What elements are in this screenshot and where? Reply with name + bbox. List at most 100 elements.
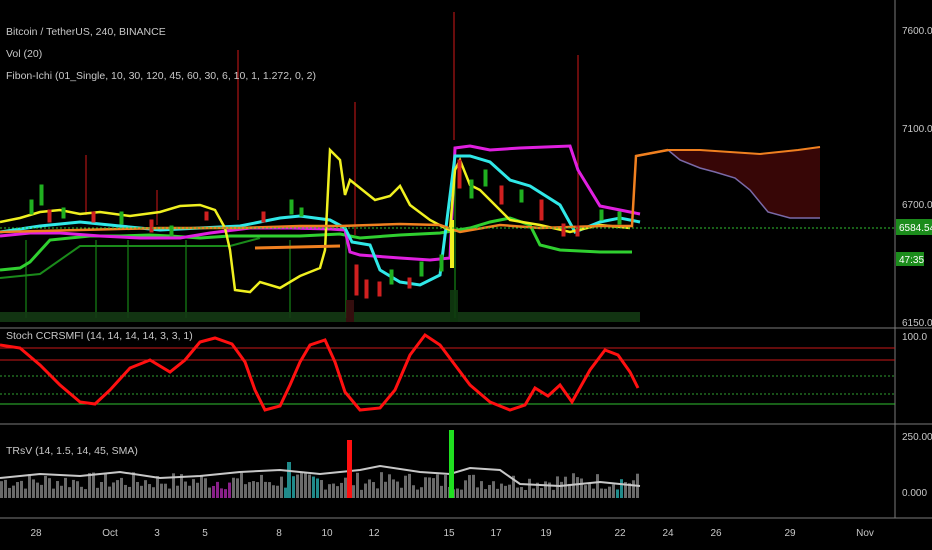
trsv-bar — [124, 484, 127, 498]
trsv-bar — [68, 487, 71, 498]
trsv-bar — [212, 485, 215, 498]
trsv-bar — [120, 477, 123, 498]
trsv-bar — [248, 482, 251, 498]
trsv-bar — [544, 481, 547, 498]
trsv-bar — [64, 477, 67, 498]
trsv-bar — [540, 488, 543, 498]
orange-segment — [254, 244, 341, 250]
trsv-bar — [88, 473, 91, 498]
trsv-bar — [152, 487, 155, 498]
trsv-bar — [528, 478, 531, 498]
trsv-bar — [428, 477, 431, 498]
trsv-legend[interactable]: TRsV (14, 1.5, 14, 45, SMA) — [6, 445, 138, 457]
trsv-bar — [220, 488, 223, 498]
oscillator-legend[interactable]: Stoch CCRSMFI (14, 14, 14, 14, 3, 3, 1) — [6, 330, 193, 342]
bar-countdown: 47:35 — [899, 255, 924, 266]
trsv-bar — [604, 488, 607, 498]
trsv-bar — [464, 480, 467, 498]
price-tick-6150: 6150.00 — [902, 318, 932, 329]
trsv-bar — [444, 475, 447, 498]
trsv-bar — [368, 479, 371, 498]
trsv-bar — [576, 477, 579, 498]
time-label: 12 — [368, 528, 380, 539]
symbol-legend[interactable]: Bitcoin / TetherUS, 240, BINANCE — [6, 26, 166, 38]
trsv-bar — [592, 488, 595, 498]
trsv-bar — [76, 481, 79, 498]
time-label: 5 — [202, 528, 208, 539]
trsv-bar — [336, 486, 339, 498]
trsv-bar — [28, 474, 31, 498]
trsv-bar — [12, 485, 15, 498]
trsv-bar — [532, 488, 535, 498]
trsv-bar — [440, 485, 443, 498]
price-tick-7600: 7600.00 — [902, 26, 932, 37]
trsv-bar — [296, 474, 299, 498]
trsv-bar — [524, 489, 527, 498]
trsv-bar — [184, 481, 187, 498]
trsv-bar — [616, 489, 619, 498]
trsv-bar — [436, 474, 439, 498]
trsv-bar — [508, 484, 511, 498]
trsv-bar — [204, 478, 207, 498]
trsv-bar — [344, 477, 347, 498]
trsv-bar — [432, 478, 435, 498]
trsv-bar — [476, 487, 479, 498]
trsv-bar — [272, 485, 275, 498]
fibon-ichi-legend[interactable]: Fibon-Ichi (01_Single, 10, 30, 120, 45, … — [6, 70, 316, 82]
trsv-bar — [392, 479, 395, 498]
trsv-bar — [588, 483, 591, 498]
trsv-bar — [0, 481, 3, 498]
trsv-bar — [236, 478, 239, 498]
trsv-bar — [188, 485, 191, 498]
trsv-bar — [100, 482, 103, 498]
trsv-bar — [276, 485, 279, 498]
trsv-bar — [564, 476, 567, 498]
trsv-bar — [376, 488, 379, 498]
trsv-bar — [484, 489, 487, 498]
trsv-bar — [456, 488, 459, 498]
trsv-bar — [360, 489, 363, 498]
time-label: 10 — [321, 528, 333, 539]
trsv-bar — [264, 481, 267, 498]
trsv-bar — [40, 484, 43, 498]
trsv-bar — [32, 479, 35, 498]
trsv-bar — [504, 485, 507, 498]
price-tick-7100: 7100.00 — [902, 124, 932, 135]
trsv-bar — [260, 474, 263, 498]
time-label: 17 — [490, 528, 502, 539]
time-label: Oct — [102, 528, 118, 539]
trsv-bar — [156, 476, 159, 498]
trsv-bar — [364, 483, 367, 498]
time-label: 24 — [662, 528, 674, 539]
trsv-bar — [580, 478, 583, 498]
trsv-bar — [352, 485, 355, 498]
trsv-bar — [372, 482, 375, 498]
trsv-bar — [84, 489, 87, 498]
trsv-bar — [196, 482, 199, 498]
trsv-bar — [228, 482, 231, 498]
time-label: 3 — [154, 528, 160, 539]
trsv-bar — [136, 481, 139, 498]
volume-legend[interactable]: Vol (20) — [6, 48, 42, 60]
trsv-bar — [200, 476, 203, 498]
trsv-bar — [496, 488, 499, 498]
trsv-bar — [328, 484, 331, 498]
trsv-bar — [104, 472, 107, 498]
trsv-bar — [140, 485, 143, 498]
trsv-bar — [492, 481, 495, 498]
trsv-bar — [216, 481, 219, 498]
trsv-bar — [468, 475, 471, 498]
trsv-bar — [244, 484, 247, 498]
trsv-bar — [380, 472, 383, 498]
trsv-bar — [460, 489, 463, 498]
trsv-bar — [160, 483, 163, 498]
trsv-bar — [24, 488, 27, 498]
trsv-tick-0: 0.000 — [902, 488, 927, 499]
trsv-bar — [52, 488, 55, 498]
trsv-bar — [312, 476, 315, 498]
trsv-bar — [400, 487, 403, 498]
trsv-bar — [284, 487, 287, 498]
tradingview-chart[interactable]: 7600.00 7100.00 6700.00 6150.00 100.0 25… — [0, 0, 932, 550]
trsv-bar — [252, 481, 255, 498]
trsv-tick-250: 250.000 — [902, 432, 932, 443]
